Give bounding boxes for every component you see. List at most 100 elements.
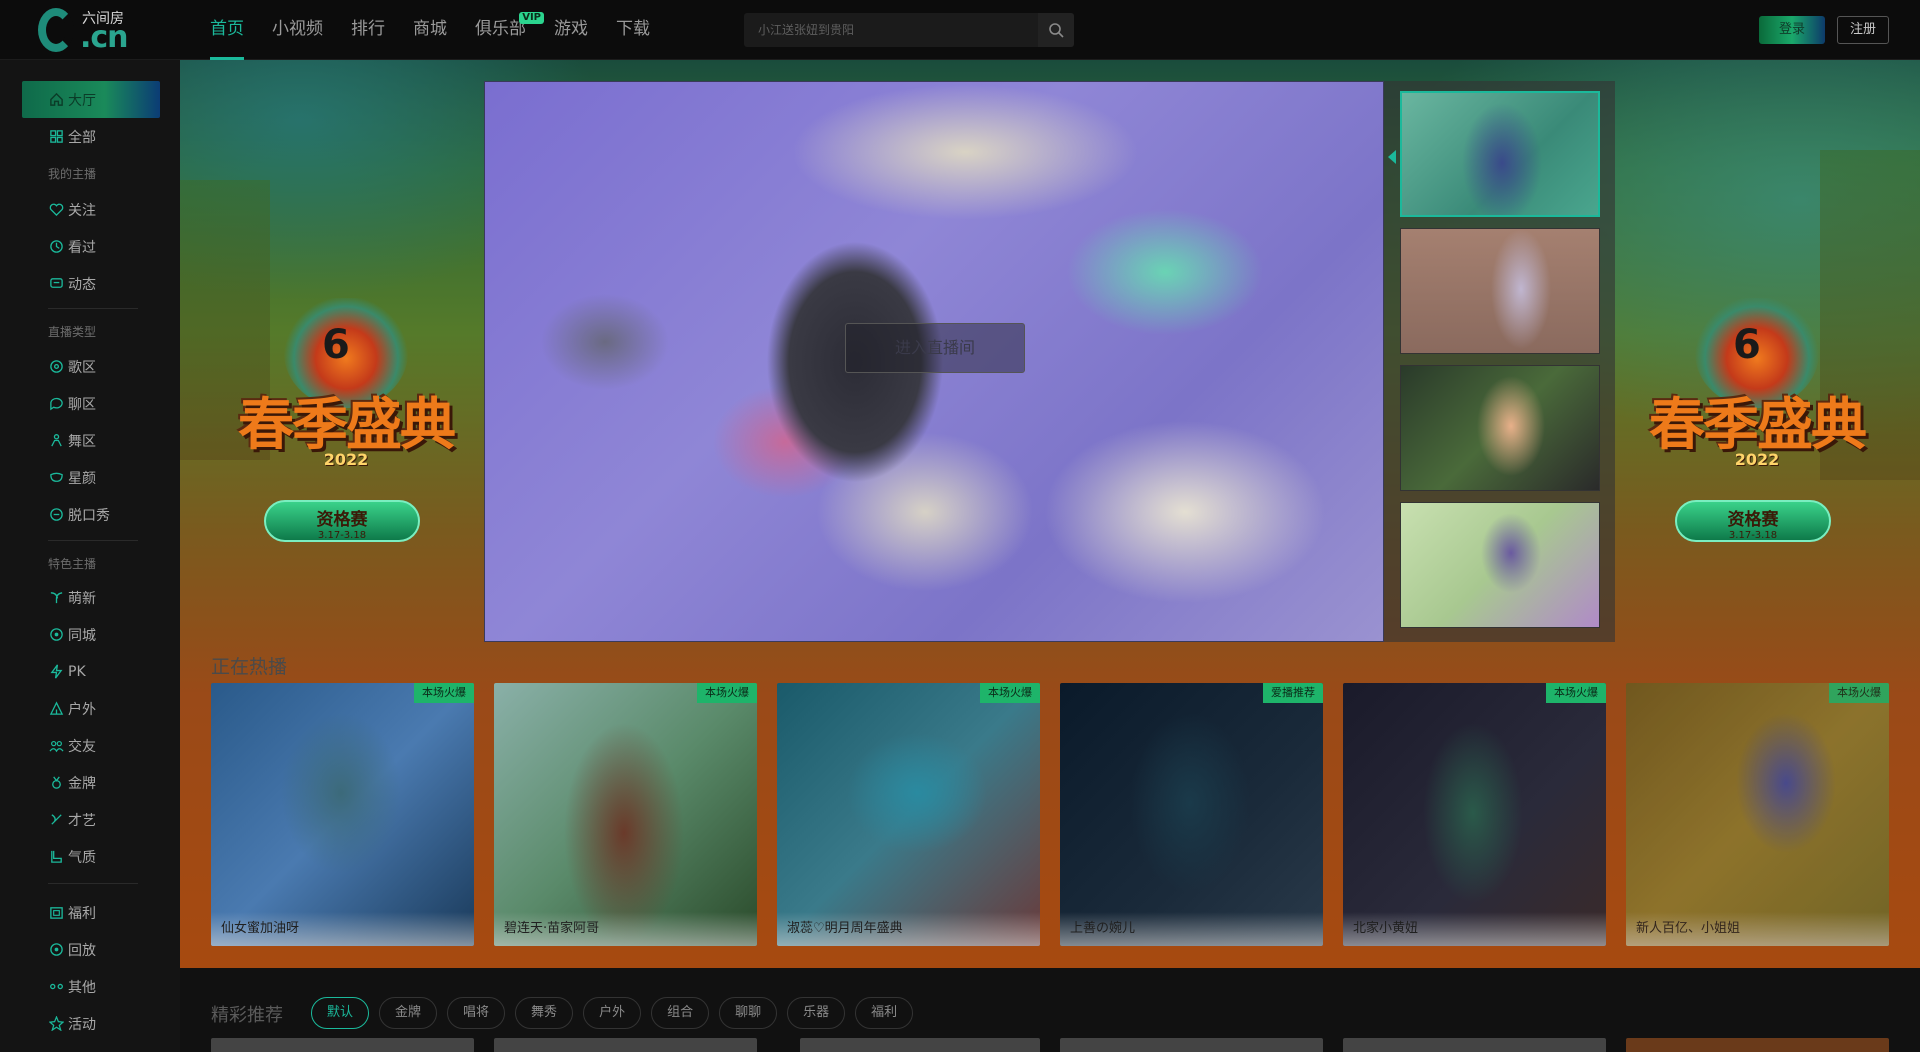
live-card[interactable]: 本场火爆 仙女蜜加油呀 xyxy=(211,683,474,946)
anchor-name: 北家小黄妞 xyxy=(1343,912,1606,946)
top-bar: 六间房 .cn 首页 小视频 排行 商城 俱乐部 VIP 游戏 下载 登录 注册 xyxy=(0,0,1920,60)
filter-welfare[interactable]: 福利 xyxy=(855,997,914,1029)
nav-mall[interactable]: 商城 xyxy=(399,0,461,60)
sidebar-item-replay[interactable]: 回放 xyxy=(22,931,160,968)
sidebar-item-outdoor[interactable]: 户外 xyxy=(22,690,160,727)
filter-instrument[interactable]: 乐器 xyxy=(787,997,846,1029)
sidebar-item-label: 看过 xyxy=(68,239,96,256)
featured-card-preview[interactable] xyxy=(494,1038,757,1052)
heart-icon xyxy=(49,203,64,217)
clock-icon xyxy=(50,240,63,253)
dance-icon xyxy=(51,434,62,447)
sidebar-item-label: 交友 xyxy=(68,738,96,755)
filter-gold[interactable]: 金牌 xyxy=(379,997,438,1029)
anchor-name: 新人百亿、小姐姐 xyxy=(1626,912,1889,946)
featured-card-preview[interactable] xyxy=(1060,1038,1323,1052)
sidebar-item-friends[interactable]: 交友 xyxy=(22,727,160,764)
sidebar-item-chat[interactable]: 聊区 xyxy=(22,385,160,422)
filter-dance[interactable]: 舞秀 xyxy=(515,997,574,1029)
lightning-icon xyxy=(50,664,63,679)
nav-club[interactable]: 俱乐部 VIP xyxy=(461,0,544,60)
promo-qualifier-title: 资格赛 xyxy=(1727,510,1779,530)
sidebar-item-label: 其他 xyxy=(68,979,96,996)
login-button[interactable]: 登录 xyxy=(1759,16,1825,44)
sidebar-item-newbie[interactable]: 萌新 xyxy=(22,579,160,616)
sidebar-item-label: PK xyxy=(68,663,86,680)
sidebar-item-same-city[interactable]: 同城 xyxy=(22,616,160,653)
site-logo[interactable]: 六间房 .cn xyxy=(38,6,138,55)
live-card[interactable]: 爱播推荐 上善の婉儿 xyxy=(1060,683,1323,946)
hot-badge: 本场火爆 xyxy=(414,683,474,703)
sidebar-item-talent[interactable]: 才艺 xyxy=(22,801,160,838)
sidebar-item-temperament[interactable]: 气质 xyxy=(22,838,160,875)
sidebar-item-label: 萌新 xyxy=(68,590,96,607)
featured-card-preview[interactable] xyxy=(1343,1038,1606,1052)
promo-qualifier-dates: 3.17-3.18 xyxy=(317,530,367,541)
filter-singer[interactable]: 唱将 xyxy=(447,997,506,1029)
promo-qualifier-badge: 资格赛 3.17-3.18 xyxy=(264,500,420,542)
sidebar-item-talk-show[interactable]: 脱口秀 xyxy=(22,496,160,533)
nav-games[interactable]: 游戏 xyxy=(540,0,602,60)
live-card[interactable]: 本场火爆 淑蕊♡明月周年盛典 xyxy=(777,683,1040,946)
sidebar-item-label: 舞区 xyxy=(68,433,96,450)
featured-card-preview[interactable] xyxy=(800,1038,1040,1052)
sidebar-item-label: 活动 xyxy=(68,1016,96,1033)
promo-right[interactable]: 6 春季盛典 2022 资格赛 3.17-3.18 xyxy=(1617,288,1897,568)
sidebar-item-pk[interactable]: PK xyxy=(22,653,160,690)
sidebar-item-label: 同城 xyxy=(68,627,96,644)
search-input[interactable] xyxy=(744,13,1038,47)
sidebar-item-hall[interactable]: 大厅 xyxy=(22,81,160,118)
sidebar-item-all[interactable]: 全部 xyxy=(22,118,160,155)
sidebar-item-feed[interactable]: 动态 xyxy=(22,265,160,302)
nav-short-video[interactable]: 小视频 xyxy=(258,0,337,60)
featured-card-preview[interactable] xyxy=(1626,1038,1889,1052)
anchor-name: 上善の婉儿 xyxy=(1060,912,1323,946)
promo-qualifier-title: 资格赛 xyxy=(316,510,368,530)
sidebar-divider xyxy=(48,883,138,884)
promo-title: 春季盛典 xyxy=(238,392,456,458)
sidebar-item-events[interactable]: 活动 xyxy=(22,1005,160,1042)
live-card[interactable]: 本场火爆 北家小黄妞 xyxy=(1343,683,1606,946)
featured-card-preview[interactable] xyxy=(211,1038,474,1052)
enter-room-button[interactable]: 进入直播间 xyxy=(845,323,1025,373)
location-icon xyxy=(50,628,63,641)
sidebar-item-label: 全部 xyxy=(68,129,96,146)
sidebar-item-follow[interactable]: 关注 xyxy=(22,191,160,228)
filter-outdoor[interactable]: 户外 xyxy=(583,997,642,1029)
player-thumbnail[interactable] xyxy=(1400,502,1600,628)
sidebar-item-welfare[interactable]: 福利 xyxy=(22,894,160,931)
sidebar-item-gold[interactable]: 金牌 xyxy=(22,764,160,801)
sidebar-item-dance[interactable]: 舞区 xyxy=(22,422,160,459)
player-thumbnail[interactable] xyxy=(1400,228,1600,354)
anchor-name: 淑蕊♡明月周年盛典 xyxy=(777,912,1040,946)
sidebar-item-star-face[interactable]: 星颜 xyxy=(22,459,160,496)
hot-section-title: 正在热播 xyxy=(211,656,288,678)
sidebar-divider xyxy=(48,308,138,309)
search-box xyxy=(744,13,1074,47)
nav-ranking[interactable]: 排行 xyxy=(337,0,399,60)
sidebar-item-other[interactable]: 其他 xyxy=(22,968,160,1005)
live-card[interactable]: 本场火爆 新人百亿、小姐姐 xyxy=(1626,683,1889,946)
promo-title: 春季盛典 xyxy=(1649,392,1867,458)
live-video-preview[interactable]: 进入直播间 xyxy=(484,81,1384,642)
sprout-icon xyxy=(50,592,63,604)
sidebar-item-label: 才艺 xyxy=(68,812,96,829)
filter-group[interactable]: 组合 xyxy=(651,997,710,1029)
player-thumbnail[interactable] xyxy=(1400,365,1600,491)
sidebar-item-songs[interactable]: 歌区 xyxy=(22,348,160,385)
sidebar-section-my: 我的主播 xyxy=(48,167,97,181)
anchor-name: 碧连天·苗家阿哥 xyxy=(494,912,757,946)
register-button[interactable]: 注册 xyxy=(1837,16,1889,44)
live-card[interactable]: 本场火爆 碧连天·苗家阿哥 xyxy=(494,683,757,946)
nav-download[interactable]: 下载 xyxy=(602,0,664,60)
promo-left[interactable]: 6 春季盛典 2022 资格赛 3.17-3.18 xyxy=(206,288,486,568)
player-thumbnail[interactable] xyxy=(1400,91,1600,217)
search-button[interactable] xyxy=(1038,13,1074,47)
filter-default[interactable]: 默认 xyxy=(311,997,370,1029)
featured-title: 精彩推荐 xyxy=(211,1005,283,1026)
filter-chat[interactable]: 聊聊 xyxy=(719,997,778,1029)
nav-home[interactable]: 首页 xyxy=(196,0,258,60)
logo-six-mark xyxy=(38,8,74,52)
sidebar-section-type: 直播类型 xyxy=(48,325,97,339)
sidebar-item-history[interactable]: 看过 xyxy=(22,228,160,265)
